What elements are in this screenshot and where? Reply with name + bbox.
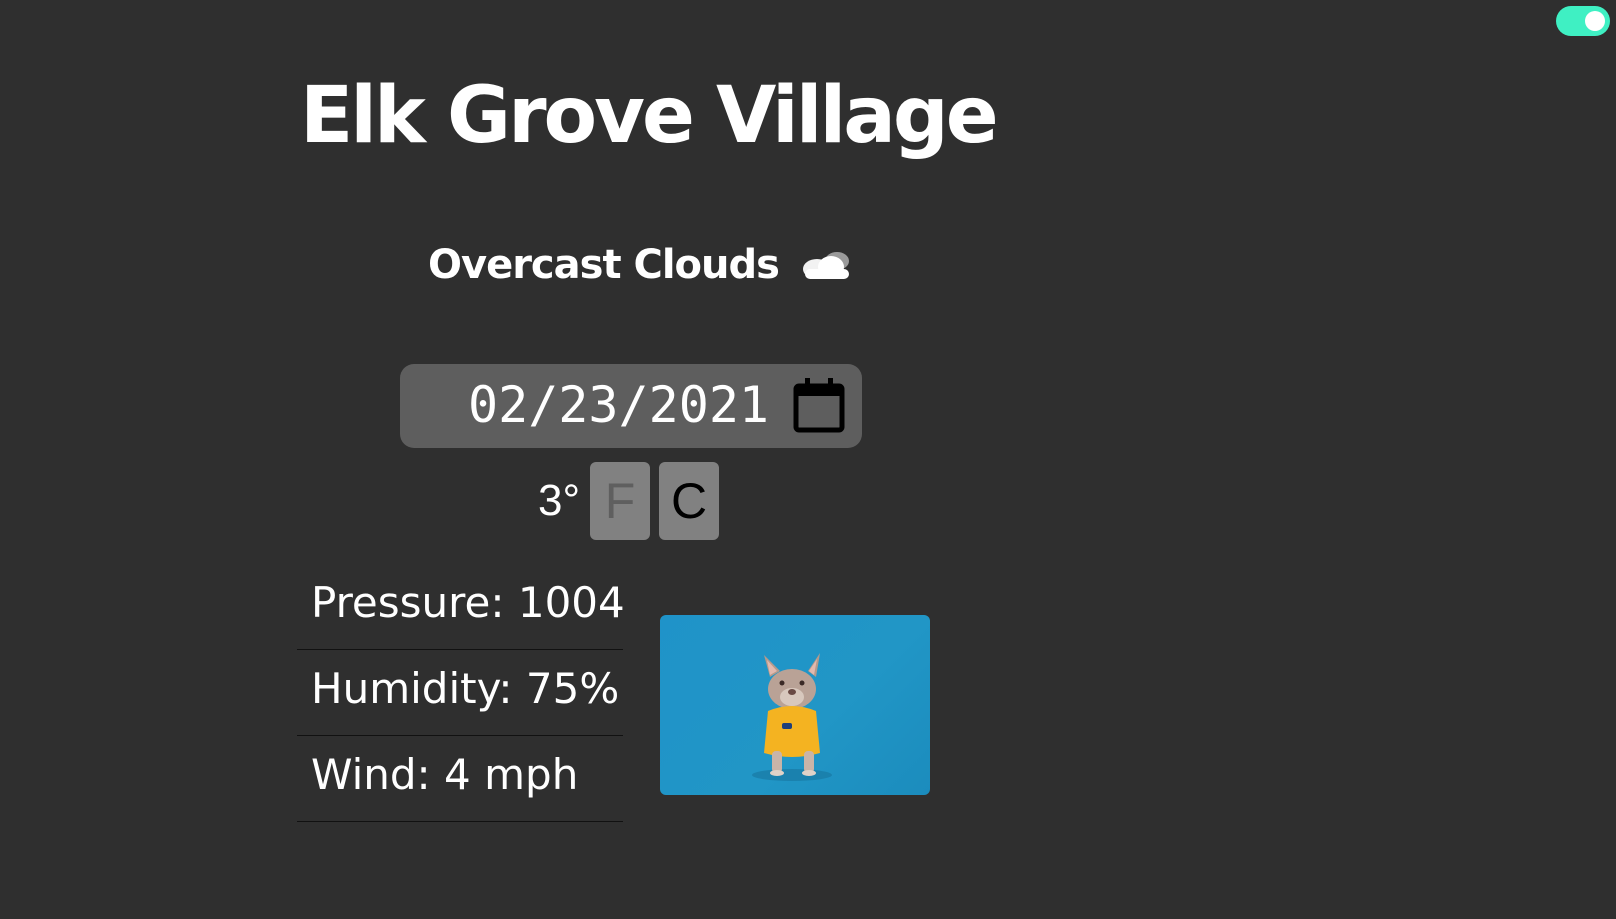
- conditions-label: Overcast Clouds: [428, 242, 780, 288]
- city-title: Elk Grove Village: [300, 71, 999, 161]
- pressure-stat: Pressure: 1004: [297, 564, 625, 650]
- date-input[interactable]: 02/23/2021: [400, 364, 862, 448]
- wind-stat: Wind: 4 mph: [297, 736, 623, 822]
- temperature-value: 3°: [538, 476, 581, 525]
- weather-conditions: Overcast Clouds: [428, 242, 857, 288]
- temperature-row: 3° F C: [538, 462, 728, 540]
- theme-toggle-switch[interactable]: [1556, 6, 1610, 36]
- dog-photo: [660, 615, 930, 795]
- fahrenheit-button[interactable]: F: [590, 462, 651, 540]
- calendar-icon[interactable]: [792, 376, 846, 434]
- cloud-icon: [797, 247, 857, 283]
- date-value: 02/23/2021: [468, 376, 770, 434]
- toggle-knob: [1585, 11, 1605, 31]
- weather-stats-list: Pressure: 1004 Humidity: 75% Wind: 4 mph: [297, 564, 625, 822]
- celsius-button[interactable]: C: [659, 462, 720, 540]
- weather-page: Elk Grove Village Overcast Clouds 02/23/…: [0, 0, 1616, 919]
- humidity-stat: Humidity: 75%: [297, 650, 623, 736]
